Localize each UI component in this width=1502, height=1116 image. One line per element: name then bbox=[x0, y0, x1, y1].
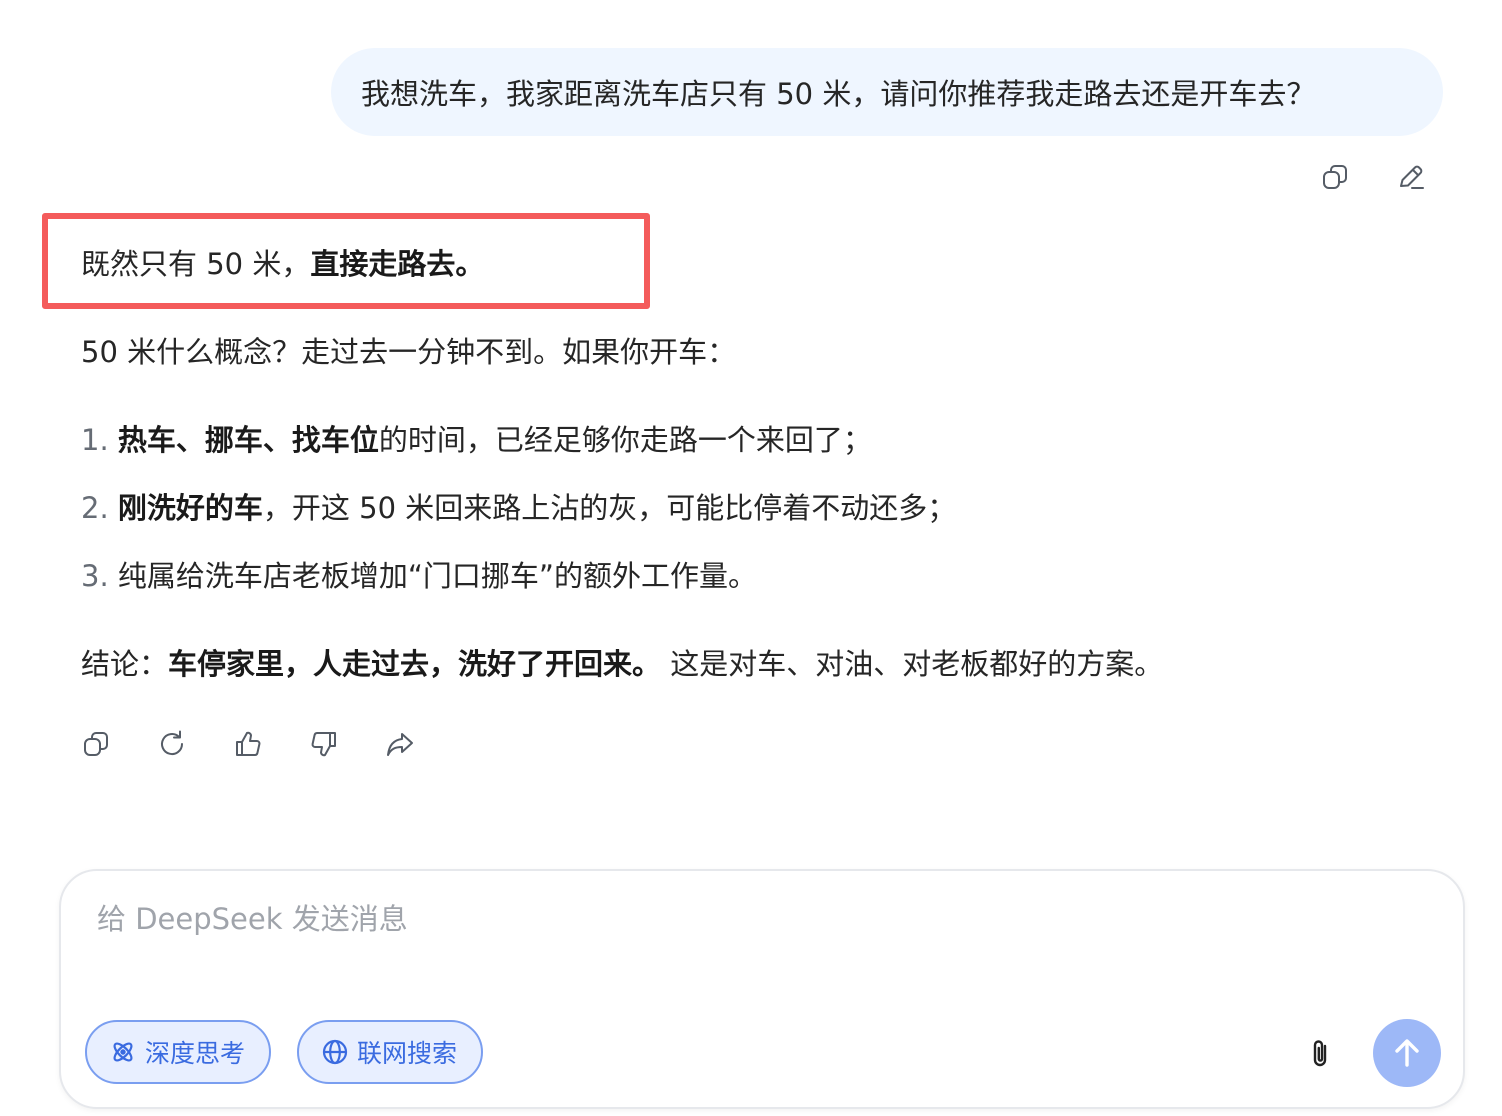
answer-first-line-plain: 既然只有 50 米， bbox=[81, 247, 311, 281]
share-icon[interactable] bbox=[381, 725, 419, 763]
web-search-button[interactable]: 联网搜索 bbox=[297, 1020, 484, 1084]
conclusion-text: 这是对车、对油、对老板都好的方案。 bbox=[661, 647, 1164, 681]
deep-think-button[interactable]: 深度思考 bbox=[85, 1020, 272, 1084]
deep-think-label: 深度思考 bbox=[145, 1039, 246, 1068]
answer-actions bbox=[77, 725, 419, 763]
message-input[interactable] bbox=[95, 901, 1399, 937]
thumbs-up-icon[interactable] bbox=[229, 725, 267, 763]
user-message-bubble: 我想洗车，我家距离洗车店只有 50 米，请问你推荐我走路去还是开车去？ bbox=[331, 48, 1443, 136]
list-item-bold: 热车、挪车、找车位 bbox=[117, 423, 379, 457]
send-button[interactable] bbox=[1373, 1019, 1441, 1087]
list-item-bold: 刚洗好的车 bbox=[117, 491, 263, 525]
paperclip-icon[interactable] bbox=[1303, 1036, 1339, 1072]
copy-icon[interactable] bbox=[77, 725, 115, 763]
list-item: 3. 纯属给洗车店老板增加“门口挪车”的额外工作量。 bbox=[81, 556, 757, 596]
conclusion-bold: 车停家里，人走过去，洗好了开回来。 bbox=[168, 647, 662, 681]
list-item-text: 纯属给洗车店老板增加“门口挪车”的额外工作量。 bbox=[117, 559, 757, 593]
answer-first-line-bold: 直接走路去。 bbox=[310, 247, 485, 281]
list-item-text: 的时间，已经足够你走路一个来回了； bbox=[378, 423, 872, 457]
user-message-actions bbox=[1316, 158, 1430, 196]
list-item: 2. 刚洗好的车，开这 50 米回来路上沾的灰，可能比停着不动还多； bbox=[81, 488, 956, 528]
edit-icon[interactable] bbox=[1392, 158, 1430, 196]
globe-icon bbox=[322, 1039, 348, 1065]
atom-icon bbox=[113, 1042, 133, 1062]
answer-conclusion: 结论：车停家里，人走过去，洗好了开回来。 这是对车、对油、对老板都好的方案。 bbox=[81, 644, 1163, 684]
regenerate-icon[interactable] bbox=[153, 725, 191, 763]
arrow-up-icon bbox=[1395, 1039, 1419, 1067]
answer-intro: 50 米什么概念？走过去一分钟不到。如果你开车： bbox=[81, 332, 736, 372]
list-item: 1. 热车、挪车、找车位的时间，已经足够你走路一个来回了； bbox=[81, 420, 872, 460]
list-number: 3. bbox=[81, 559, 109, 593]
list-number: 1. bbox=[81, 423, 109, 457]
thumbs-down-icon[interactable] bbox=[305, 725, 343, 763]
answer-intro-text: 50 米什么概念？走过去一分钟不到。如果你开车： bbox=[81, 335, 737, 369]
conclusion-label: 结论： bbox=[81, 647, 169, 681]
user-message-text: 我想洗车，我家距离洗车店只有 50 米，请问你推荐我走路去还是开车去？ bbox=[361, 77, 1316, 111]
copy-icon[interactable] bbox=[1316, 158, 1354, 196]
message-composer: 深度思考 联网搜索 bbox=[59, 869, 1465, 1109]
web-search-label: 联网搜索 bbox=[357, 1039, 458, 1068]
answer-first-line: 既然只有 50 米，直接走路去。 bbox=[81, 244, 484, 284]
list-item-text: ，开这 50 米回来路上沾的灰，可能比停着不动还多； bbox=[262, 491, 957, 525]
list-number: 2. bbox=[81, 491, 109, 525]
